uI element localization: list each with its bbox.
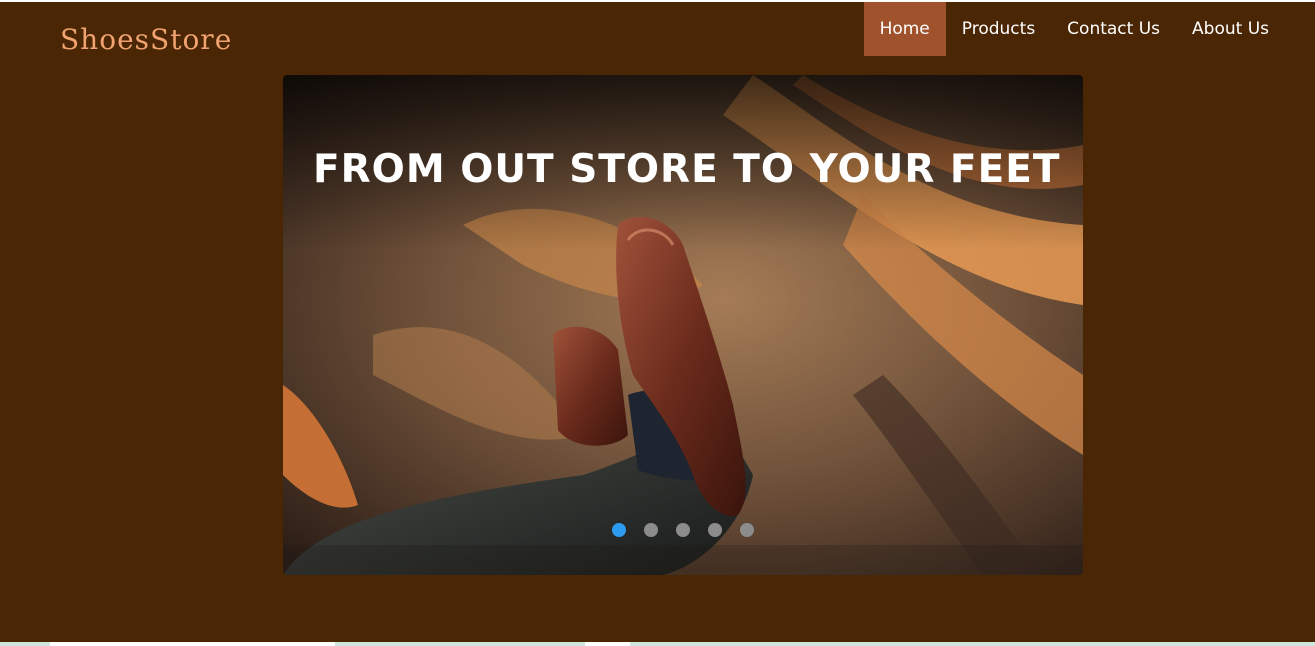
nav-item-home[interactable]: Home: [863, 2, 946, 56]
hero-caption: FROM OUT STORE TO YOUR FEET: [313, 147, 1061, 192]
bottom-strip: [0, 642, 1315, 646]
main-header: ShoesStore Home Products Contact Us Abou…: [0, 2, 1315, 642]
carousel-indicator-2[interactable]: [644, 523, 658, 537]
nav-item-about-us[interactable]: About Us: [1176, 2, 1285, 56]
nav-item-contact-us[interactable]: Contact Us: [1051, 2, 1176, 56]
carousel-indicator-4[interactable]: [708, 523, 722, 537]
carousel-indicator-5[interactable]: [740, 523, 754, 537]
brand-logo[interactable]: ShoesStore: [60, 22, 232, 58]
carousel-indicator-1[interactable]: [612, 523, 626, 537]
main-nav: Home Products Contact Us About Us: [863, 2, 1285, 56]
nav-item-products[interactable]: Products: [946, 2, 1051, 56]
hero-carousel[interactable]: FROM OUT STORE TO YOUR FEET: [283, 75, 1083, 575]
carousel-indicator-3[interactable]: [676, 523, 690, 537]
carousel-indicators: [283, 523, 1083, 537]
page: ShoesStore Home Products Contact Us Abou…: [0, 0, 1315, 646]
